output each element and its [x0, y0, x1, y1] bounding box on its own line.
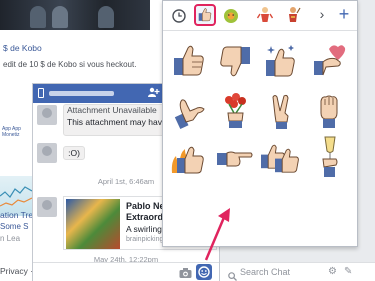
screenshot: $ de Kobo edit de 10 $ de Kobo si vous h… — [0, 0, 375, 281]
annotation-arrow — [204, 208, 230, 261]
